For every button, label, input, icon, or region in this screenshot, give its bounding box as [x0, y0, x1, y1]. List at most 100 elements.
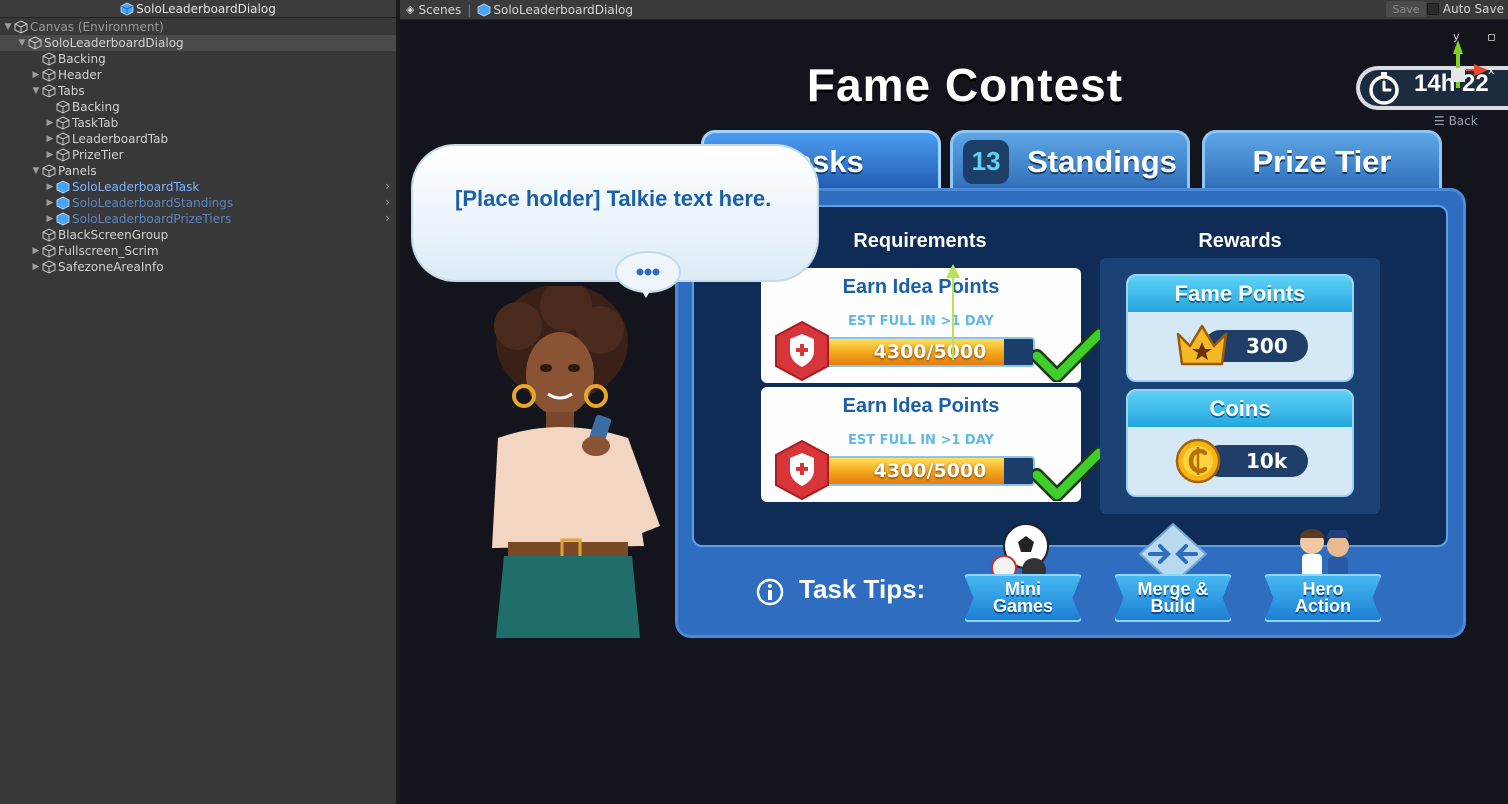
breadcrumb-prefab[interactable]: SoloLeaderboardDialog [493, 3, 633, 17]
foldout-open-icon[interactable]: ▼ [2, 22, 14, 32]
foldout-closed-icon[interactable]: ▶ [44, 134, 56, 144]
coin-icon [1175, 438, 1221, 484]
standings-count-badge: 13 [963, 139, 1010, 184]
gameobject-cube-icon [42, 68, 56, 82]
editor-root: SoloLeaderboardDialog ▼ Canvas (Environme… [0, 0, 1508, 804]
info-icon[interactable] [756, 578, 784, 606]
reward-title: Fame Points [1128, 276, 1352, 312]
foldout-open-icon[interactable]: ▼ [30, 86, 42, 96]
move-handle-icon[interactable] [944, 264, 962, 360]
reward-card-coins: Coins 10k [1126, 389, 1354, 497]
back-label: Back [1448, 114, 1478, 128]
hierarchy-item[interactable]: ▶ PrizeTier [0, 147, 396, 163]
progress-text: 4300/5000 [873, 460, 987, 482]
hierarchy-item[interactable]: ▼ Canvas (Environment) [0, 19, 396, 35]
hierarchy-item[interactable]: ▶ SoloLeaderboardTask › [0, 179, 396, 195]
checkmark-icon [1033, 328, 1103, 382]
hierarchy-item[interactable]: ▶ SoloLeaderboardStandings › [0, 195, 396, 211]
autosave-label: Auto Save [1442, 2, 1504, 16]
tab-prize-tier-label: Prize Tier [1252, 143, 1392, 179]
progress-bar: 4300/5000 [825, 337, 1035, 367]
hierarchy-list: ▼ Canvas (Environment) ▼ SoloLeaderboardDia… [0, 19, 396, 275]
prefab-cube-icon [120, 2, 134, 15]
foldout-closed-icon[interactable]: ▶ [44, 214, 56, 224]
foldout-closed-icon[interactable]: ▶ [44, 118, 56, 128]
chevron-right-icon[interactable]: › [385, 195, 390, 209]
gameobject-cube-icon [56, 196, 70, 210]
lock-icon[interactable] [1488, 34, 1495, 41]
hierarchy-item[interactable]: ▼ SoloLeaderboardDialog [0, 35, 396, 51]
save-button[interactable]: Save [1386, 1, 1426, 17]
rewards-header: Rewards [1198, 230, 1282, 252]
hierarchy-item-label: LeaderboardTab [72, 132, 169, 146]
breadcrumb-scenes[interactable]: Scenes [418, 3, 461, 17]
idea-shield-icon [775, 320, 829, 382]
hero-action-button[interactable]: Hero Action [1264, 522, 1382, 628]
tab-standings[interactable]: 13 Standings [950, 130, 1190, 190]
requirement-card: Earn Idea Points EST FULL IN >1 DAY 4300… [761, 268, 1103, 383]
gameobject-cube-icon [56, 116, 70, 130]
gameobject-cube-icon [28, 36, 42, 50]
tip-label: Mini Games [992, 579, 1054, 616]
gameobject-cube-icon [56, 212, 70, 226]
gameobject-cube-icon [56, 148, 70, 162]
hierarchy-item-label: SoloLeaderboardTask [72, 180, 200, 194]
hierarchy-item[interactable]: ▶ Fullscreen_Scrim [0, 243, 396, 259]
gameobject-cube-icon [42, 52, 56, 66]
hierarchy-item[interactable]: BlackScreenGroup [0, 227, 396, 243]
scene-breadcrumb-bar: ◈ Scenes | SoloLeaderboardDialog Save Au… [400, 0, 1508, 20]
crown-icon [1176, 324, 1228, 366]
hierarchy-item[interactable]: ▼ Panels [0, 163, 396, 179]
menu-lines-icon: ☰ [1434, 114, 1449, 128]
gizmo-x-axis-icon [1466, 64, 1488, 76]
tab-prize-tier[interactable]: Prize Tier [1202, 130, 1442, 190]
mini-games-button[interactable]: Mini Games [964, 522, 1082, 628]
autosave-toggle[interactable]: Auto Save [1426, 2, 1504, 16]
requirement-title: Earn Idea Points [842, 395, 1000, 417]
autosave-checkbox[interactable] [1426, 3, 1439, 15]
merge-build-button[interactable]: Merge & Build [1114, 522, 1232, 628]
foldout-closed-icon[interactable]: ▶ [30, 70, 42, 80]
hierarchy-item[interactable]: ▶ TaskTab [0, 115, 396, 131]
hierarchy-item[interactable]: ▶ SoloLeaderboardPrizeTiers › [0, 211, 396, 227]
foldout-open-icon[interactable]: ▼ [16, 38, 28, 48]
hierarchy-item[interactable]: Backing [0, 51, 396, 67]
gameobject-cube-icon [42, 260, 56, 274]
foldout-closed-icon[interactable]: ▶ [44, 198, 56, 208]
hierarchy-item-label: Tabs [58, 84, 85, 98]
hierarchy-panel: SoloLeaderboardDialog ▼ Canvas (Environme… [0, 0, 398, 804]
hierarchy-item-label: SoloLeaderboardDialog [44, 36, 184, 50]
gameobject-cube-icon [42, 244, 56, 258]
foldout-closed-icon[interactable]: ▶ [44, 150, 56, 160]
gameobject-cube-icon [42, 84, 56, 98]
hierarchy-item-label: Fullscreen_Scrim [58, 244, 159, 258]
hierarchy-item-label: BlackScreenGroup [58, 228, 169, 242]
chevron-right-icon[interactable]: › [385, 179, 390, 193]
tip-label: Merge & Build [1137, 579, 1209, 616]
idea-shield-icon [775, 439, 829, 501]
stopwatch-icon [1369, 72, 1399, 105]
progress-text: 4300/5000 [873, 341, 987, 363]
hierarchy-item-label: SafezoneAreaInfo [58, 260, 164, 274]
unity-icon: ◈ [406, 3, 415, 16]
gameobject-cube-icon [42, 164, 56, 178]
page-title: Fame Contest [806, 59, 1124, 111]
foldout-open-icon[interactable]: ▼ [30, 166, 42, 176]
hierarchy-item-label: Backing [58, 52, 106, 66]
hierarchy-titlebar: SoloLeaderboardDialog [0, 0, 396, 18]
foldout-closed-icon[interactable]: ▶ [30, 246, 42, 256]
chevron-right-icon[interactable]: › [385, 211, 390, 225]
back-link[interactable]: ☰ Back [1434, 114, 1478, 128]
hierarchy-item[interactable]: ▼ Tabs [0, 83, 396, 99]
hierarchy-item-label: SoloLeaderboardStandings [72, 196, 234, 210]
foldout-closed-icon[interactable]: ▶ [44, 182, 56, 192]
hierarchy-item[interactable]: ▶ SafezoneAreaInfo [0, 259, 396, 275]
foldout-closed-icon[interactable]: ▶ [30, 262, 42, 272]
gameobject-cube-icon [42, 228, 56, 242]
gameobject-cube-icon [56, 180, 70, 194]
hierarchy-item-label: Backing [72, 100, 120, 114]
hierarchy-item[interactable]: ▶ LeaderboardTab [0, 131, 396, 147]
hierarchy-item[interactable]: Backing [0, 99, 396, 115]
speech-bubble-text: [Place holder] Talkie text here. [455, 186, 772, 211]
hierarchy-item[interactable]: ▶ Header [0, 67, 396, 83]
